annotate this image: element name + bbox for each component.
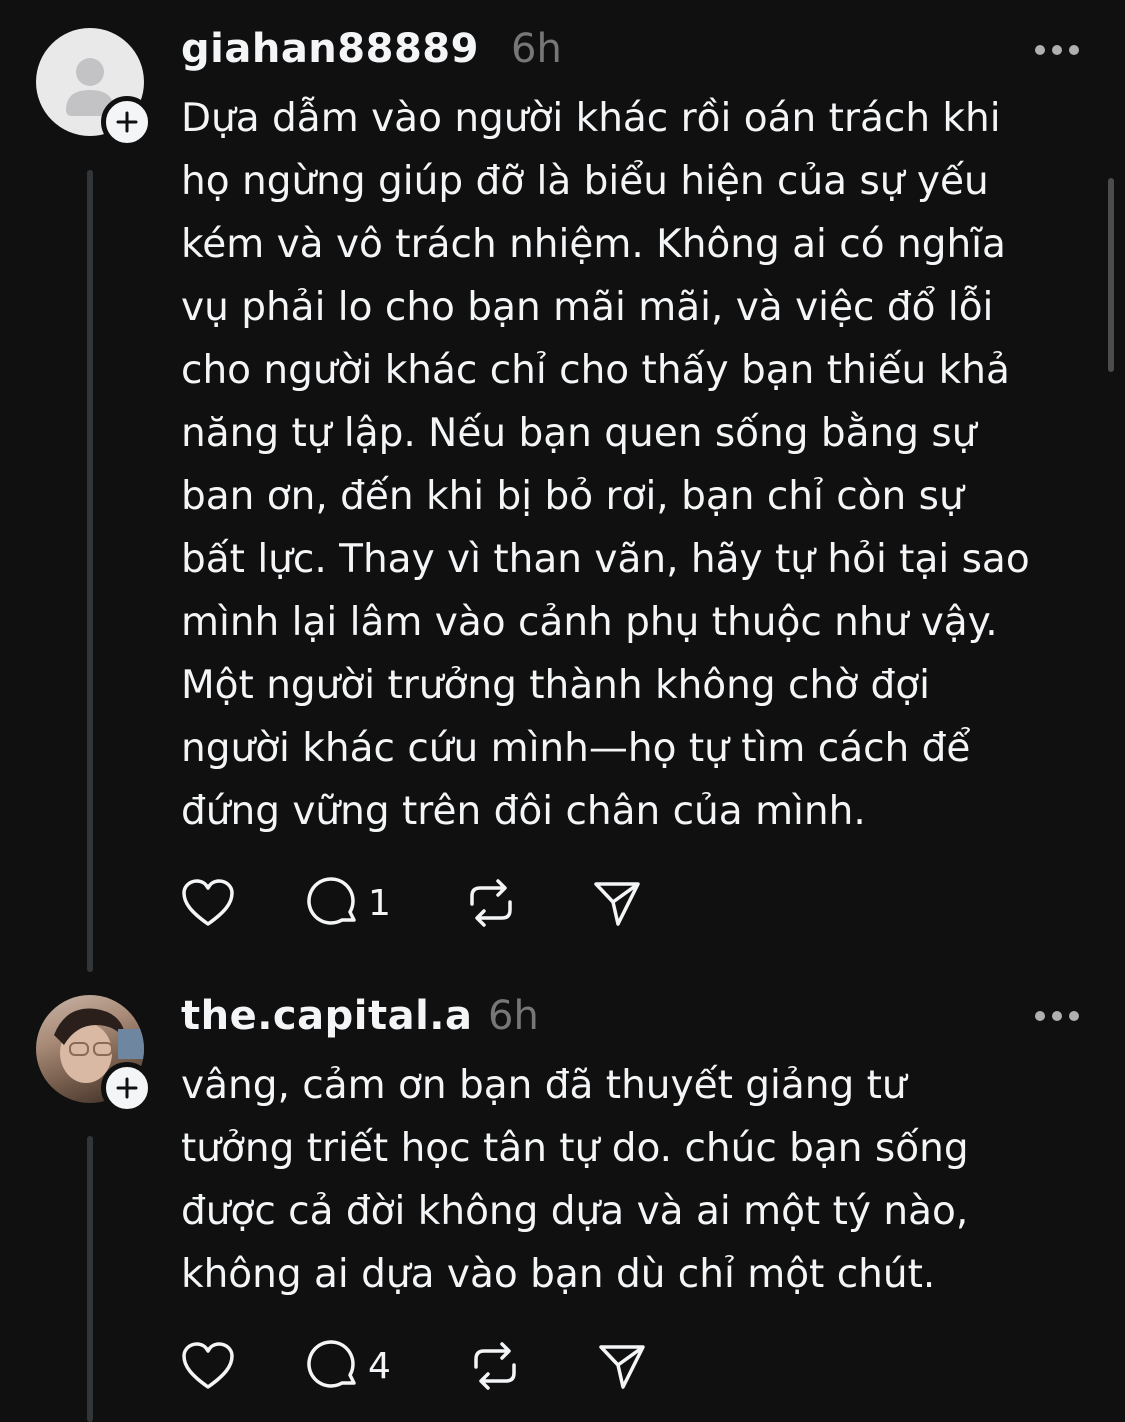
comment-icon <box>307 1340 356 1388</box>
username[interactable]: the.capital.a <box>181 993 472 1039</box>
timestamp: 6h <box>488 993 539 1039</box>
reply-count: 4 <box>368 1345 391 1387</box>
thread-line <box>87 1136 93 1422</box>
plus-icon <box>116 1077 138 1099</box>
post-text: vâng, cảm ơn bạn đã thuyết giảng tư tưởn… <box>181 1063 969 1297</box>
heart-icon <box>182 1342 234 1389</box>
comment-button[interactable]: 4 <box>306 1339 391 1393</box>
post-2: the.capital.a 6h vâng, cảm ơn bạn đã thu… <box>0 0 1125 1422</box>
repost-icon <box>474 1342 516 1390</box>
follow-button[interactable] <box>101 1062 153 1114</box>
more-icon[interactable] <box>1034 1010 1080 1022</box>
share-icon <box>599 1345 645 1389</box>
scrollbar[interactable] <box>1108 178 1114 372</box>
repost-button[interactable] <box>468 1341 522 1391</box>
like-button[interactable] <box>181 1341 235 1391</box>
share-button[interactable] <box>597 1341 647 1391</box>
